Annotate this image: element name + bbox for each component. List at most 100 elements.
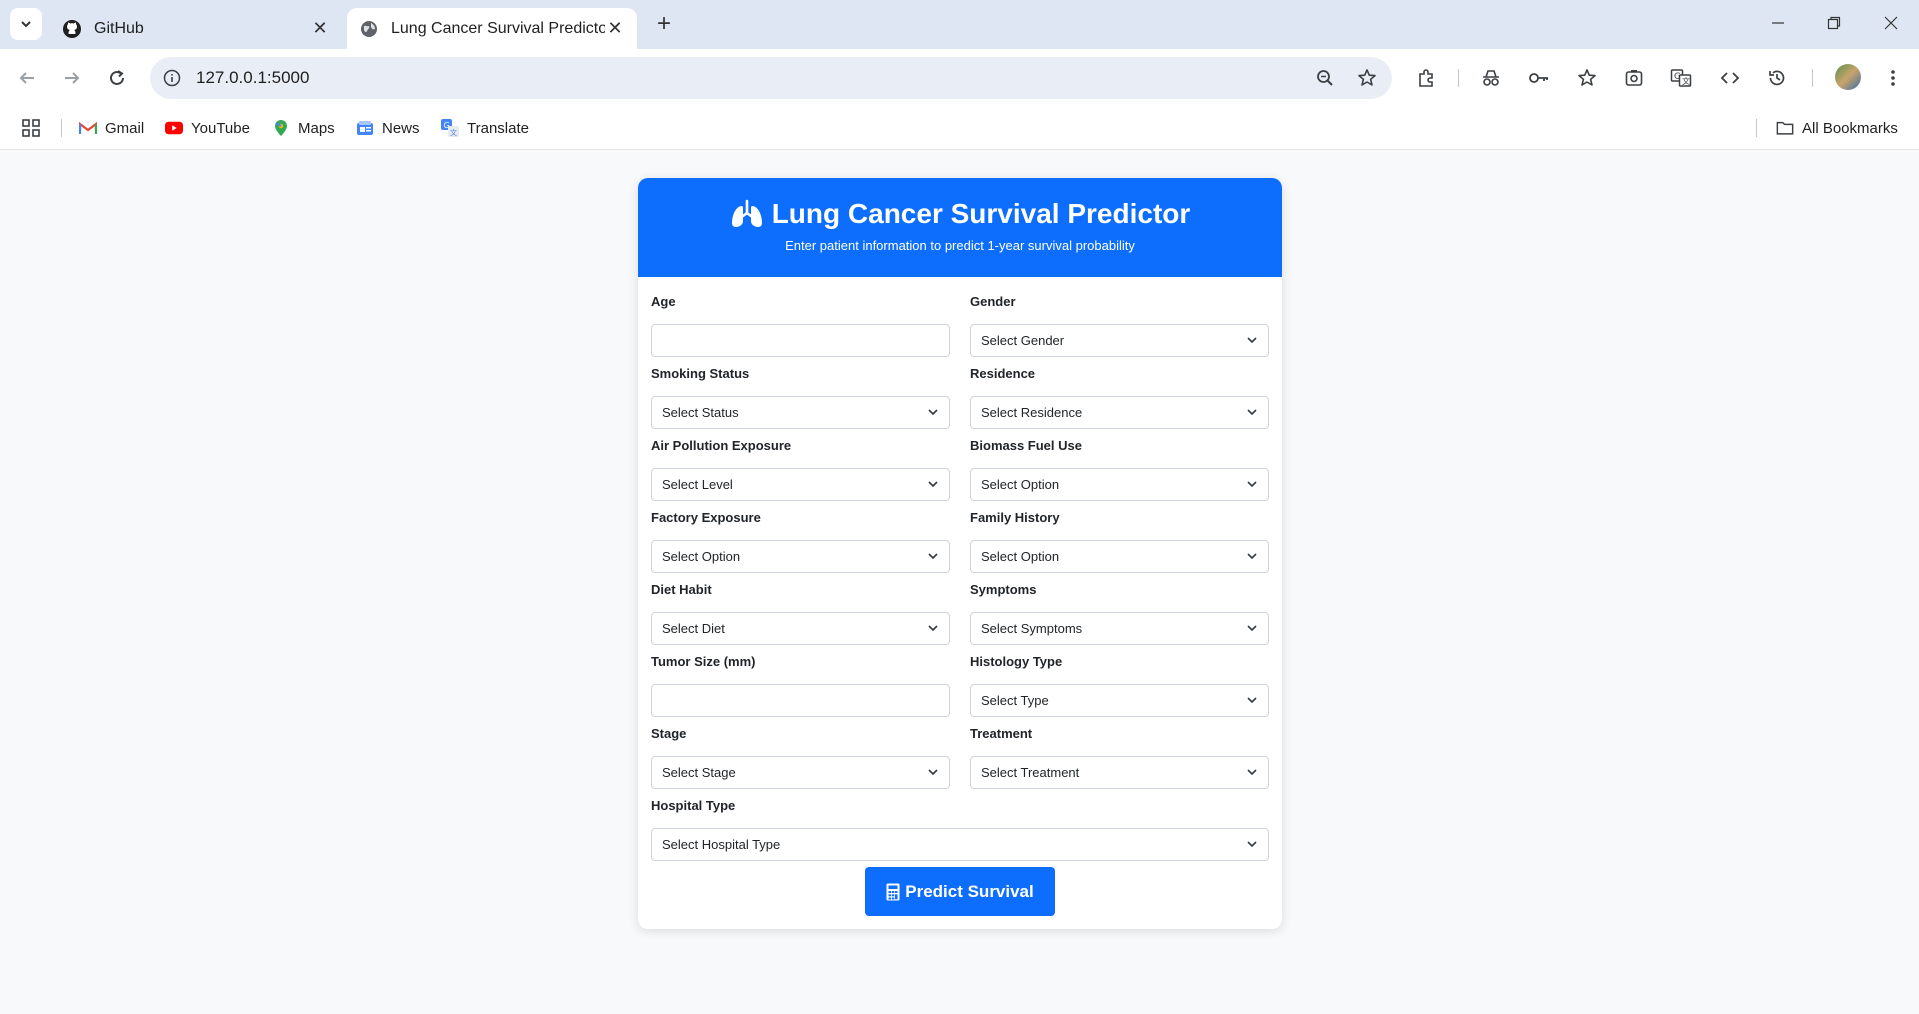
bookmark-gmail[interactable]: Gmail xyxy=(79,116,144,140)
bookmarks-bar: Gmail YouTube Maps News G文 Translate All… xyxy=(0,106,1919,150)
bookmarks-divider xyxy=(1756,119,1757,137)
tab-strip: GitHub ✕ Lung Cancer Survival Predictor … xyxy=(0,0,1919,49)
app-subtitle: Enter patient information to predict 1-y… xyxy=(785,238,1135,253)
family-history-label: Family History xyxy=(970,510,1060,525)
factory-select[interactable]: Select Option xyxy=(651,540,950,573)
family-history-group: Family History Select Option xyxy=(970,510,1269,573)
chevron-down-icon xyxy=(1246,839,1258,851)
extensions-icon[interactable] xyxy=(1409,61,1443,95)
app-title: Lung Cancer Survival Predictor xyxy=(771,198,1191,229)
new-tab-button[interactable]: + xyxy=(650,10,678,38)
reload-button[interactable] xyxy=(100,61,134,95)
diet-group: Diet Habit Select Diet xyxy=(651,582,950,645)
stage-select[interactable]: Select Stage xyxy=(651,756,950,789)
profile-avatar[interactable] xyxy=(1835,64,1861,90)
all-bookmarks-label: All Bookmarks xyxy=(1802,119,1898,137)
chevron-down-icon xyxy=(927,551,939,563)
apps-icon[interactable] xyxy=(21,116,41,140)
minimize-button[interactable] xyxy=(1755,6,1801,40)
predictor-card: Lung Cancer Survival Predictor Enter pat… xyxy=(638,178,1282,929)
youtube-icon xyxy=(165,119,183,137)
chevron-down-icon xyxy=(1246,623,1258,635)
chevron-down-icon xyxy=(927,407,939,419)
symptoms-select[interactable]: Select Symptoms xyxy=(970,612,1269,645)
diet-select[interactable]: Select Diet xyxy=(651,612,950,645)
bookmark-maps[interactable]: Maps xyxy=(272,116,335,140)
site-info-icon[interactable] xyxy=(160,66,184,90)
close-icon xyxy=(1884,16,1898,30)
lungs-icon xyxy=(731,199,762,227)
github-icon xyxy=(62,19,82,39)
globe-icon xyxy=(359,19,379,39)
all-bookmarks[interactable]: All Bookmarks xyxy=(1776,116,1898,140)
arrow-left-icon xyxy=(19,72,34,84)
chevron-down-icon xyxy=(1246,407,1258,419)
screenshot-icon[interactable] xyxy=(1617,61,1651,95)
bookmark-label: News xyxy=(382,119,420,137)
tumor-size-group: Tumor Size (mm) xyxy=(651,654,950,717)
page-title: Lung Cancer Survival Predictor xyxy=(638,198,1282,230)
back-button[interactable] xyxy=(10,61,44,95)
tab-lung-cancer[interactable]: Lung Cancer Survival Predictor ✕ xyxy=(347,8,637,49)
chevron-down-icon xyxy=(21,21,31,28)
tumor-size-input[interactable] xyxy=(651,684,950,717)
bookmark-translate[interactable]: G文 Translate xyxy=(441,116,529,140)
menu-icon[interactable] xyxy=(1876,61,1910,95)
air-pollution-select[interactable]: Select Level xyxy=(651,468,950,501)
star-icon[interactable] xyxy=(1350,61,1384,95)
incognito-icon[interactable] xyxy=(1474,61,1508,95)
news-icon xyxy=(356,119,374,137)
restore-icon xyxy=(1827,16,1841,30)
factory-label: Factory Exposure xyxy=(651,510,761,525)
calculator-icon xyxy=(886,883,900,900)
bookmark-label: Translate xyxy=(467,119,529,137)
air-pollution-label: Air Pollution Exposure xyxy=(651,438,792,453)
close-window-button[interactable] xyxy=(1868,6,1914,40)
svg-text:文: 文 xyxy=(450,128,457,137)
bookmark-youtube[interactable]: YouTube xyxy=(165,116,250,140)
treatment-select[interactable]: Select Treatment xyxy=(970,756,1269,789)
age-label: Age xyxy=(651,294,676,309)
chevron-down-icon xyxy=(927,623,939,635)
predict-survival-button[interactable]: Predict Survival xyxy=(865,867,1055,916)
treatment-group: Treatment Select Treatment xyxy=(970,726,1269,789)
address-bar[interactable]: 127.0.0.1:5000 xyxy=(150,57,1392,99)
close-icon[interactable]: ✕ xyxy=(310,18,330,39)
star-outline-icon[interactable] xyxy=(1570,61,1604,95)
bookmark-news[interactable]: News xyxy=(356,116,420,140)
forward-button[interactable] xyxy=(55,61,89,95)
residence-label: Residence xyxy=(970,366,1036,381)
tab-github[interactable]: GitHub ✕ xyxy=(50,8,342,49)
age-input[interactable] xyxy=(651,324,950,357)
tab-search-button[interactable] xyxy=(10,8,42,40)
bookmarks-divider xyxy=(61,119,62,137)
family-history-select[interactable]: Select Option xyxy=(970,540,1269,573)
key-icon[interactable] xyxy=(1522,61,1556,95)
smoking-label: Smoking Status xyxy=(651,366,750,381)
biomass-select[interactable]: Select Option xyxy=(970,468,1269,501)
translate-page-icon[interactable]: G文 xyxy=(1664,61,1698,95)
history-icon[interactable] xyxy=(1760,61,1794,95)
svg-text:文: 文 xyxy=(1682,76,1690,86)
reload-icon xyxy=(110,70,124,85)
hospital-select[interactable]: Select Hospital Type xyxy=(651,828,1269,861)
symptoms-group: Symptoms Select Symptoms xyxy=(970,582,1269,645)
tab-title: GitHub xyxy=(94,19,144,37)
restore-button[interactable] xyxy=(1811,6,1857,40)
code-icon[interactable] xyxy=(1713,61,1747,95)
close-icon[interactable]: ✕ xyxy=(605,18,625,39)
url-text[interactable]: 127.0.0.1:5000 xyxy=(196,68,1308,88)
hospital-label: Hospital Type xyxy=(651,798,736,813)
gmail-icon xyxy=(79,119,97,137)
zoom-icon[interactable] xyxy=(1308,61,1342,95)
chevron-down-icon xyxy=(1246,695,1258,707)
histology-select[interactable]: Select Type xyxy=(970,684,1269,717)
biomass-group: Biomass Fuel Use Select Option xyxy=(970,438,1269,501)
tab-title: Lung Cancer Survival Predictor xyxy=(391,19,605,37)
treatment-label: Treatment xyxy=(970,726,1033,741)
residence-select[interactable]: Select Residence xyxy=(970,396,1269,429)
gender-select[interactable]: Select Gender xyxy=(970,324,1269,357)
smoking-select[interactable]: Select Status xyxy=(651,396,950,429)
stage-label: Stage xyxy=(651,726,687,741)
card-header: Lung Cancer Survival Predictor Enter pat… xyxy=(638,178,1282,277)
